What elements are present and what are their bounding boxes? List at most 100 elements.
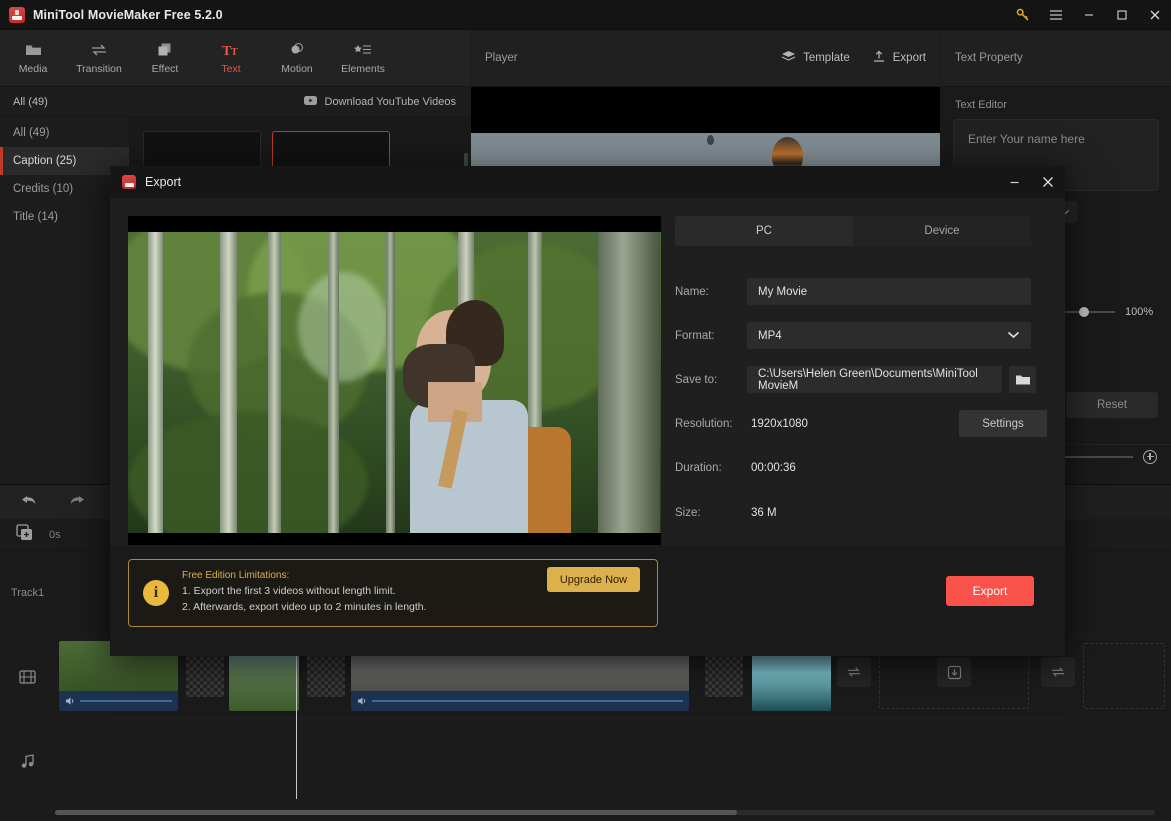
- maximize-icon[interactable]: [1105, 0, 1138, 30]
- key-icon[interactable]: [1006, 0, 1039, 30]
- category-credits-label: Credits (10): [13, 183, 74, 195]
- tab-device[interactable]: Device: [853, 216, 1031, 246]
- clip-audio-strip: [351, 691, 689, 711]
- transition-icon[interactable]: [1041, 657, 1075, 687]
- category-all-label: All (49): [13, 127, 50, 139]
- name-input[interactable]: My Movie: [747, 278, 1031, 305]
- track1-label: Track1: [10, 587, 45, 599]
- export-dialog-title: Export: [145, 175, 182, 189]
- timeline-history-tools: [0, 485, 110, 519]
- resolution-value: 1920x1080: [751, 417, 808, 430]
- name-row: Name: My Movie: [675, 278, 1047, 305]
- name-label: Name:: [675, 285, 709, 298]
- export-dialog-titlebar: Export: [110, 166, 1065, 198]
- save-to-input[interactable]: C:\Users\Helen Green\Documents\MiniTool …: [747, 366, 1002, 393]
- category-all[interactable]: All (49): [0, 119, 129, 147]
- upgrade-now-button[interactable]: Upgrade Now: [547, 567, 640, 592]
- player-header: Player Template Export: [471, 30, 940, 87]
- tool-elements-label: Elements: [341, 63, 385, 75]
- text-property-header: Text Property: [941, 30, 1171, 87]
- save-to-label: Save to:: [675, 373, 718, 386]
- export-header-button[interactable]: Export: [872, 50, 926, 67]
- window-controls: [1006, 0, 1171, 30]
- download-youtube-button[interactable]: Download YouTube Videos: [303, 95, 456, 109]
- tab-pc[interactable]: PC: [675, 216, 853, 246]
- volume-icon: [358, 697, 366, 705]
- tree-trunk: [148, 232, 163, 533]
- tool-transition-label: Transition: [76, 63, 122, 75]
- format-value: MP4: [758, 329, 782, 342]
- add-media-icon[interactable]: [16, 523, 33, 546]
- tool-media-label: Media: [18, 63, 48, 75]
- tree-trunk: [268, 232, 281, 533]
- notice-heading: Free Edition Limitations:: [182, 569, 290, 581]
- resolution-row: Resolution: 1920x1080 Settings: [675, 410, 1047, 437]
- tool-transition[interactable]: Transition: [66, 30, 132, 87]
- save-to-row: Save to: C:\Users\Helen Green\Documents\…: [675, 366, 1047, 393]
- minimize-icon[interactable]: [997, 166, 1031, 198]
- notice-line-2: 2. Afterwards, export video up to 2 minu…: [182, 600, 427, 613]
- transition-placeholder[interactable]: [307, 653, 345, 697]
- template-button[interactable]: Template: [781, 50, 850, 67]
- tool-motion-label: Motion: [281, 63, 313, 75]
- chevron-down-icon: [1007, 330, 1020, 342]
- text-icon: TT: [222, 41, 240, 58]
- text-editor-label: Text Editor: [955, 99, 1007, 111]
- window-title: MiniTool MovieMaker Free 5.2.0: [33, 7, 223, 22]
- redo-icon[interactable]: [68, 493, 86, 512]
- tool-elements[interactable]: Elements: [330, 30, 396, 87]
- format-select[interactable]: MP4: [747, 322, 1031, 349]
- duration-label: Duration:: [675, 461, 722, 474]
- transition-placeholder[interactable]: [705, 653, 743, 697]
- duration-value: 00:00:36: [751, 461, 796, 474]
- tool-effect[interactable]: Effect: [132, 30, 198, 87]
- settings-button[interactable]: Settings: [959, 410, 1047, 437]
- tool-media[interactable]: Media: [0, 30, 66, 87]
- timeline-scrollbar-thumb[interactable]: [55, 810, 737, 815]
- title-bar: MiniTool MovieMaker Free 5.2.0: [0, 0, 1171, 30]
- transition-placeholder[interactable]: [186, 653, 224, 697]
- minimize-icon[interactable]: [1072, 0, 1105, 30]
- volume-icon: [66, 697, 74, 705]
- undo-icon[interactable]: [20, 493, 38, 512]
- format-label: Format:: [675, 329, 715, 342]
- transition-arrows-icon: [90, 41, 108, 58]
- tool-text-label: Text: [221, 63, 241, 75]
- audio-track-icon: [0, 719, 55, 803]
- minitool-app-icon: [122, 175, 136, 189]
- reset-button[interactable]: Reset: [1066, 392, 1158, 418]
- upload-icon: [872, 50, 886, 67]
- close-icon[interactable]: [1138, 0, 1171, 30]
- layers-icon: [157, 41, 173, 58]
- main-toolbar: Media Transition Effect TT Text Motion E…: [0, 30, 470, 87]
- tool-text[interactable]: TT Text: [198, 30, 264, 87]
- zoom-in-icon[interactable]: [1143, 449, 1157, 464]
- opacity-value: 100%: [1125, 306, 1154, 318]
- transition-icon[interactable]: [837, 657, 871, 687]
- tree-trunk: [328, 232, 339, 533]
- timeline-scrollbar[interactable]: [55, 810, 1155, 815]
- folder-icon: [25, 41, 42, 58]
- notice-line-1: 1. Export the first 3 videos without len…: [182, 584, 396, 597]
- empty-clip-slot[interactable]: [1083, 643, 1165, 709]
- category-caption-label: Caption (25): [13, 155, 77, 167]
- menu-icon[interactable]: [1039, 0, 1072, 30]
- app-window: MiniTool MovieMaker Free 5.2.0 Media Tra…: [0, 0, 1171, 821]
- export-preview: [128, 216, 661, 549]
- timeline-row-audio[interactable]: [55, 719, 1171, 803]
- youtube-icon: [303, 95, 318, 109]
- close-icon[interactable]: [1031, 166, 1065, 198]
- size-value: 36 M: [751, 506, 777, 519]
- folder-icon[interactable]: [1009, 366, 1036, 393]
- export-button[interactable]: Export: [946, 576, 1034, 606]
- size-label: Size:: [675, 506, 701, 519]
- tool-motion[interactable]: Motion: [264, 30, 330, 87]
- size-row: Size: 36 M: [675, 499, 1047, 526]
- opacity-slider-knob[interactable]: [1079, 307, 1090, 317]
- balloon-shape: [707, 135, 714, 145]
- download-icon[interactable]: [937, 657, 971, 687]
- video-track-icon: [0, 635, 55, 719]
- tree-trunk: [386, 232, 395, 533]
- export-dialog-footer: i Free Edition Limitations: 1. Export th…: [110, 545, 1065, 656]
- export-dialog-controls: [997, 166, 1065, 198]
